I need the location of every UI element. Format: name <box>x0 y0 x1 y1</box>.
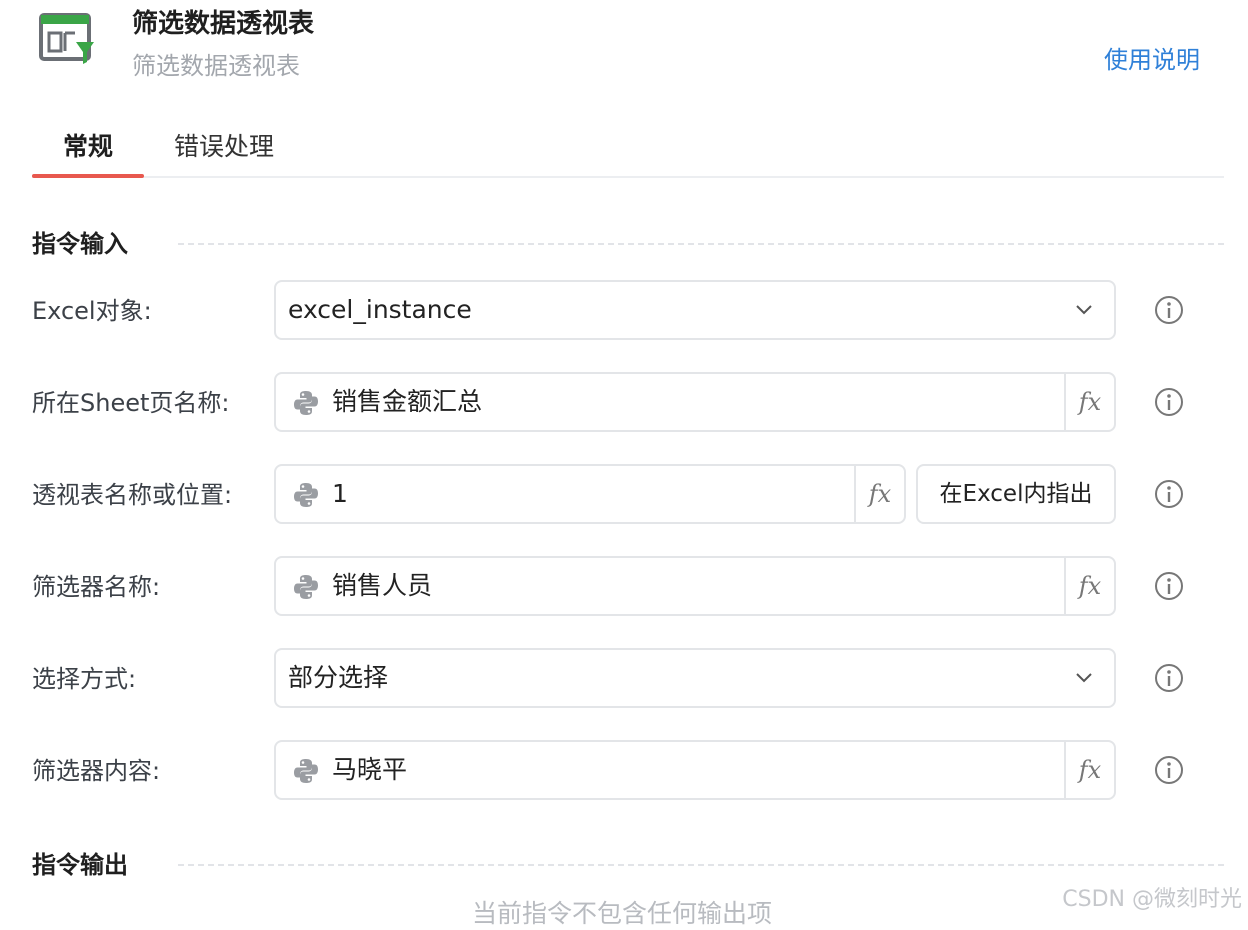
page-subtitle: 筛选数据透视表 <box>132 52 300 80</box>
watermark: CSDN @微刻时光 <box>1062 887 1242 912</box>
python-icon <box>294 575 318 599</box>
excel-object-select[interactable]: excel_instance <box>274 280 1116 340</box>
filter-name-value: 销售人员 <box>332 571 433 600</box>
section-title-output: 指令输出 <box>32 851 128 879</box>
fx-button[interactable]: fx <box>1064 374 1114 430</box>
pivot-name-input[interactable]: 1 fx <box>274 464 906 524</box>
info-icon[interactable] <box>1153 754 1185 786</box>
excel-object-label: Excel对象: <box>32 297 152 325</box>
python-icon <box>294 759 318 783</box>
help-link[interactable]: 使用说明 <box>1104 44 1200 76</box>
page-title: 筛选数据透视表 <box>132 9 315 39</box>
pivot-name-value: 1 <box>332 479 348 508</box>
pivot-filter-icon <box>38 12 96 70</box>
point-in-excel-button[interactable]: 在Excel内指出 <box>916 464 1116 524</box>
filter-name-input[interactable]: 销售人员 fx <box>274 556 1116 616</box>
output-empty-text: 当前指令不包含任何输出项 <box>472 899 773 928</box>
info-icon[interactable] <box>1153 570 1185 602</box>
sheet-name-label: 所在Sheet页名称: <box>32 389 230 417</box>
pivot-name-label: 透视表名称或位置: <box>32 481 233 509</box>
tab-general[interactable]: 常规 <box>32 130 144 178</box>
sheet-name-input[interactable]: 销售金额汇总 fx <box>274 372 1116 432</box>
filter-content-label: 筛选器内容: <box>32 757 161 785</box>
select-mode-value: 部分选择 <box>288 663 389 692</box>
info-icon[interactable] <box>1153 294 1185 326</box>
python-icon <box>294 483 318 507</box>
fx-button[interactable]: fx <box>1064 558 1114 614</box>
chevron-down-icon <box>1076 673 1092 683</box>
filter-content-input[interactable]: 马晓平 fx <box>274 740 1116 800</box>
fx-button[interactable]: fx <box>854 466 904 522</box>
python-icon <box>294 391 318 415</box>
section-divider <box>178 243 1224 245</box>
select-mode-select[interactable]: 部分选择 <box>274 648 1116 708</box>
select-mode-label: 选择方式: <box>32 665 137 693</box>
section-divider <box>178 864 1224 866</box>
info-icon[interactable] <box>1153 478 1185 510</box>
tab-error-handling[interactable]: 错误处理 <box>174 130 274 176</box>
excel-object-value: excel_instance <box>288 295 472 324</box>
filter-name-label: 筛选器名称: <box>32 573 161 601</box>
info-icon[interactable] <box>1153 386 1185 418</box>
section-title-input: 指令输入 <box>32 230 128 258</box>
chevron-down-icon <box>1076 305 1092 315</box>
tab-bar: 常规 错误处理 <box>32 118 1224 178</box>
filter-content-value: 马晓平 <box>332 755 408 784</box>
sheet-name-value: 销售金额汇总 <box>332 387 483 416</box>
info-icon[interactable] <box>1153 662 1185 694</box>
fx-button[interactable]: fx <box>1064 742 1114 798</box>
